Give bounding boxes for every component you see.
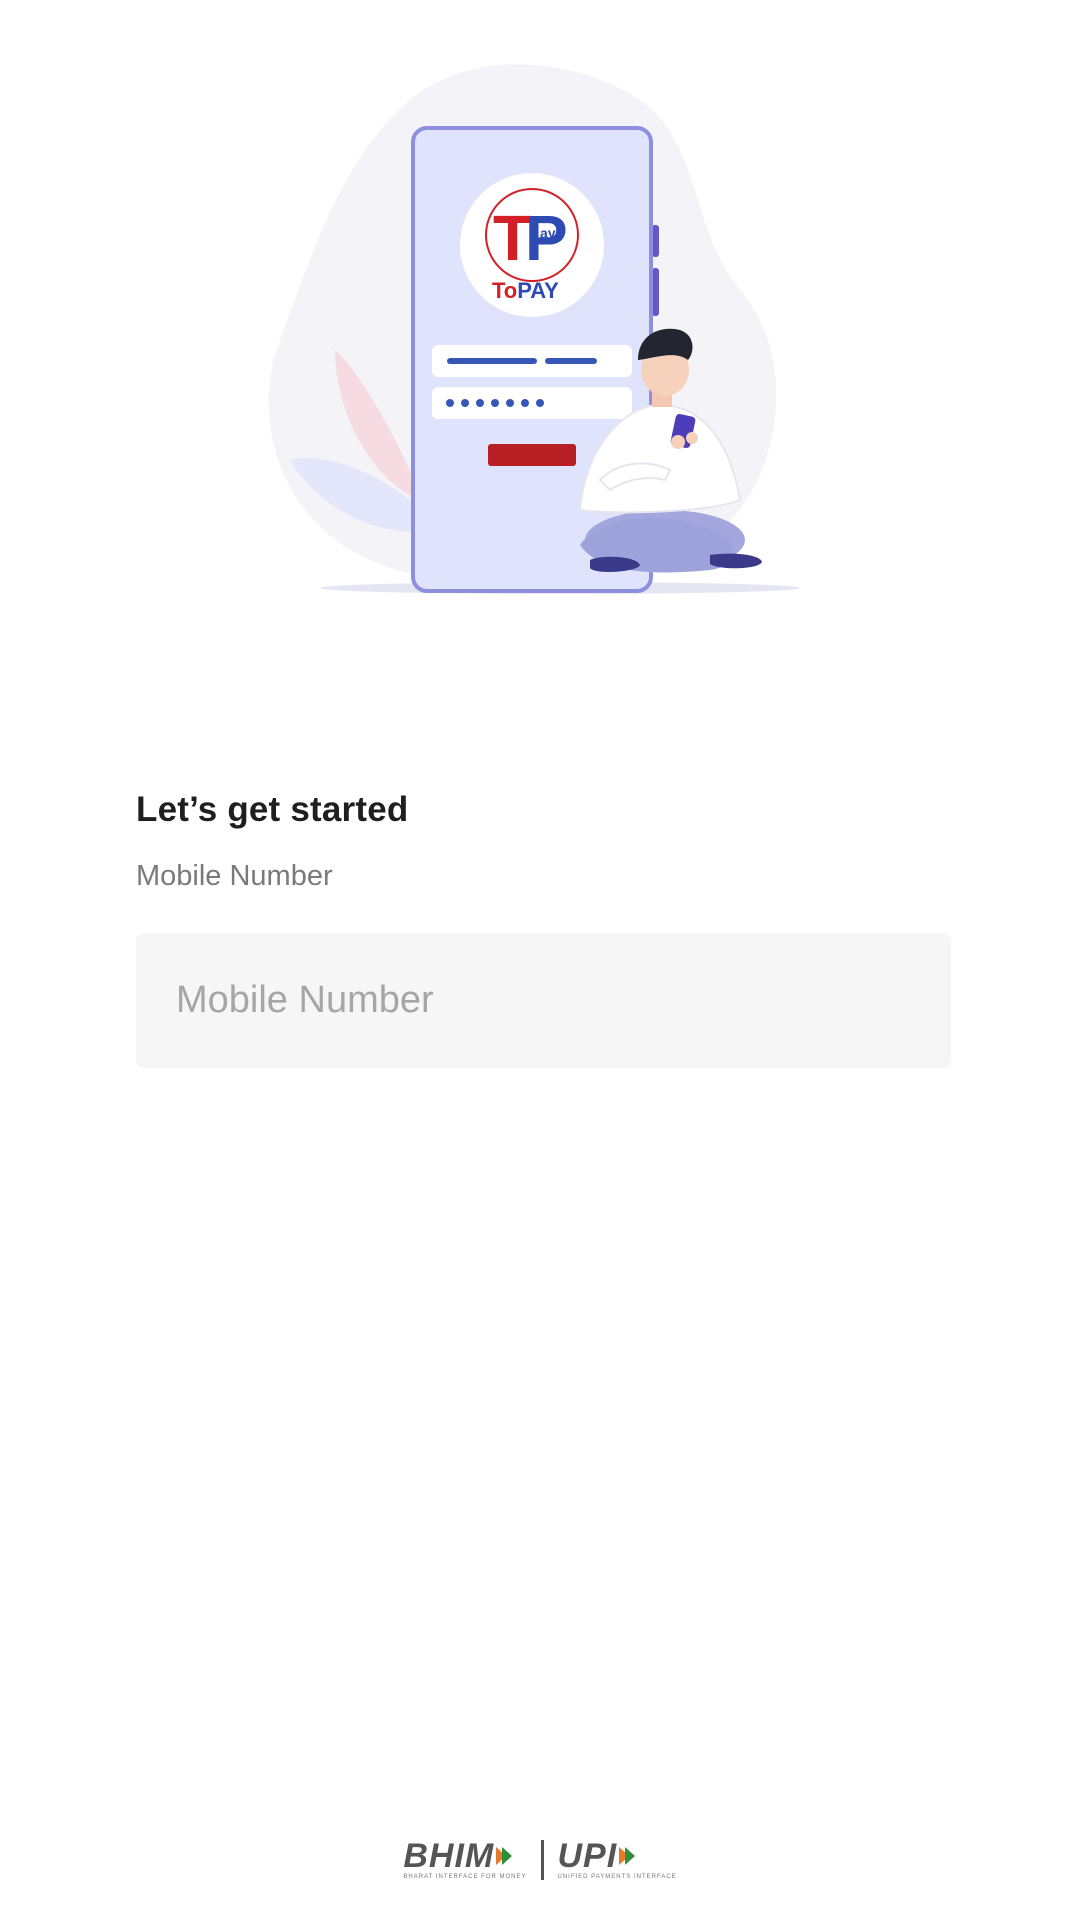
mobile-number-field[interactable] xyxy=(136,933,951,1068)
upi-logo-text: UPI xyxy=(557,1837,618,1875)
bhim-tagline: BHARAT INTERFACE FOR MONEY xyxy=(403,1874,527,1880)
mobile-number-input[interactable] xyxy=(176,933,916,1068)
upi-logo: UPI UNIFIED PAYMENTS INTERFACE xyxy=(558,1839,677,1881)
phone-login-button xyxy=(488,444,576,466)
upi-green-arrow-icon xyxy=(625,1847,636,1865)
brand-logo-sub: ay xyxy=(540,225,556,241)
phone-username-line xyxy=(447,358,537,364)
bhim-logo: BHIM BHARAT INTERFACE FOR MONEY xyxy=(403,1839,526,1881)
bhim-upi-logo: BHIM BHARAT INTERFACE FOR MONEY UPI UNIF… xyxy=(403,1839,676,1881)
page-title: Let’s get started xyxy=(136,790,409,829)
brand-logo-wordmark: ToPAY xyxy=(492,278,559,303)
footer: BHIM BHARAT INTERFACE FOR MONEY UPI UNIF… xyxy=(0,1835,1080,1885)
login-form: Let’s get started Mobile Number xyxy=(136,790,951,1068)
phone-side-button xyxy=(652,268,659,316)
upi-tagline: UNIFIED PAYMENTS INTERFACE xyxy=(557,1874,677,1880)
login-screen: T P ay ToPAY Let’s get started Mobile Nu… xyxy=(0,0,1080,1920)
mobile-number-label: Mobile Number xyxy=(136,860,333,892)
logo-divider xyxy=(540,1840,544,1880)
login-illustration: T P ay ToPAY xyxy=(268,64,800,594)
bhim-logo-text: BHIM xyxy=(403,1837,495,1875)
phone-side-button xyxy=(652,225,659,257)
bhim-green-arrow-icon xyxy=(502,1847,513,1865)
phone-username-line xyxy=(545,358,597,364)
